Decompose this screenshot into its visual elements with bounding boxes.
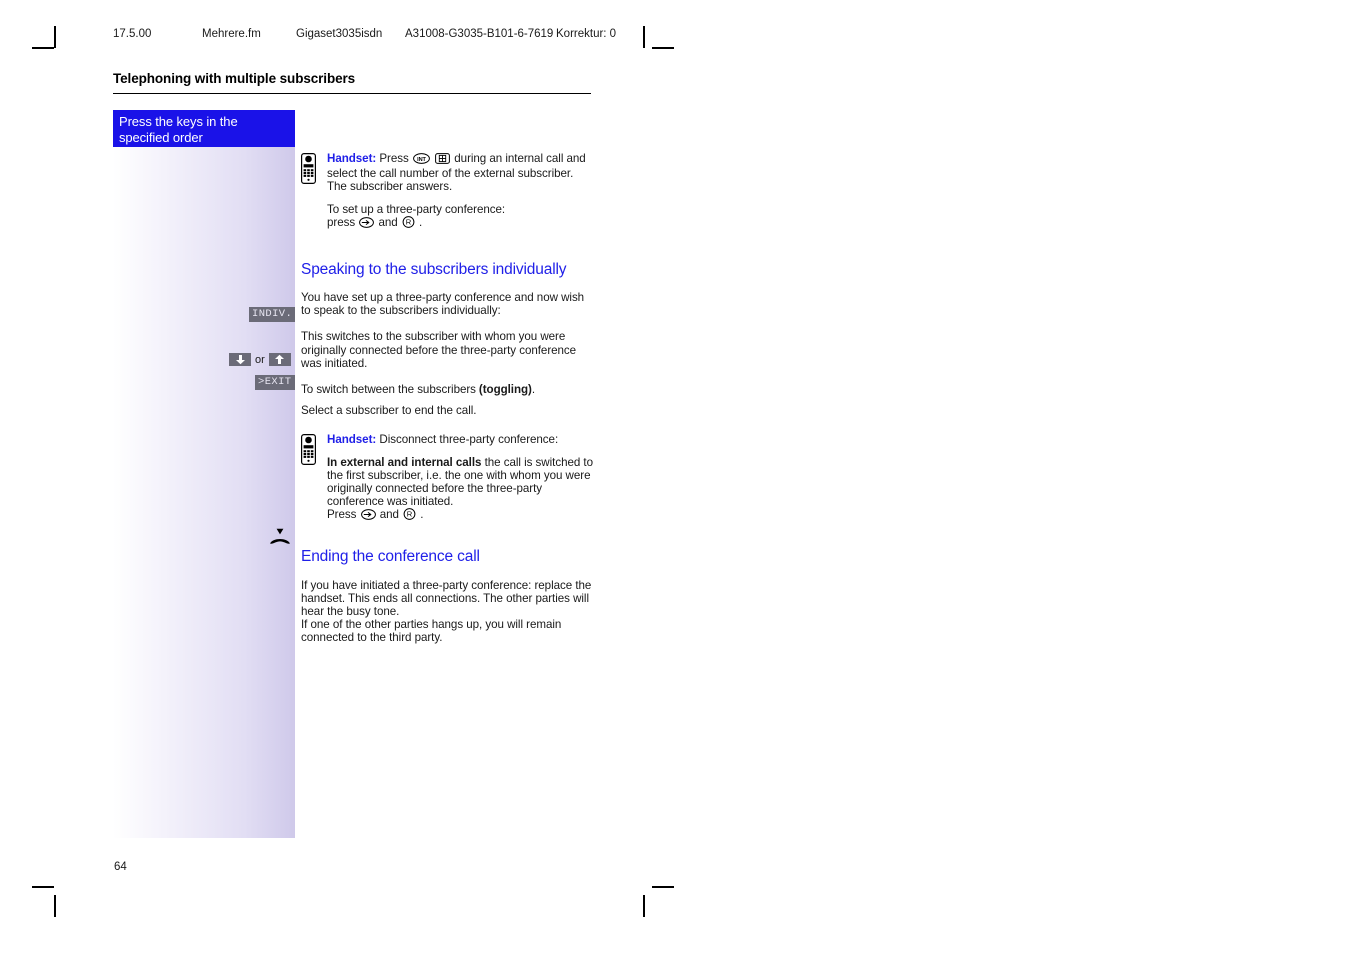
section-2-paragraph-2: If one of the other parties hangs up, yo… [301, 618, 562, 645]
svg-text:R: R [406, 217, 412, 226]
margin-column [113, 110, 295, 838]
crop-mark-top-left-vertical [54, 26, 56, 48]
crop-mark-bottom-left-vertical [54, 895, 56, 917]
press-keys-callout-line1: Press the keys in the [119, 114, 238, 129]
instruction-1-press-line: press and R . [327, 216, 593, 231]
svg-text:INT: INT [417, 157, 426, 163]
print-header-date: 17.5.00 [113, 28, 152, 40]
handset-label-1: Handset: [327, 152, 377, 165]
hangup-handset-icon [268, 528, 292, 546]
section-1-paragraph-1: You have set up a three-party conference… [301, 291, 585, 318]
toggling-text-after: . [531, 383, 536, 397]
softkey-or-label: or [255, 353, 265, 366]
instruction-2-press-line: Press and R . [327, 508, 593, 523]
transfer-arrow-icon[interactable] [359, 216, 375, 231]
instruction-2-press-label: Press [327, 508, 357, 522]
section-title-ending-conference: Ending the conference call [301, 547, 480, 565]
instruction-2-body: In external and internal calls the call … [327, 456, 593, 509]
instruction-1-period: . [419, 215, 423, 229]
content-column: Handset: Press INT during an internal ca… [301, 110, 593, 645]
print-header: 17.5.00 Mehrere.fm Gigaset3035isdn A3100… [113, 28, 653, 44]
crop-mark-bottom-right-vertical [643, 895, 645, 917]
section-1-paragraph-2: This switches to the subscriber with who… [301, 330, 577, 370]
handset-label-2: Handset: [327, 433, 377, 447]
key-keypad-icon[interactable] [435, 153, 451, 167]
instruction-block-handset-1: Handset: Press INT during an internal ca… [301, 152, 593, 231]
softkey-arrow-row: or [229, 353, 291, 366]
print-header-doc-number: A31008-G3035-B101-6-7619 [405, 28, 554, 40]
page-number: 64 [114, 861, 127, 873]
running-head: Telephoning with multiple subscribers [113, 71, 356, 86]
toggling-text-before: To switch between the subscribers [301, 383, 476, 397]
running-head-rule [113, 93, 591, 95]
instruction-1-conference-line: To set up a three-party conference: [327, 202, 506, 216]
section-1-paragraph-3: To switch between the subscribers (toggli… [301, 383, 593, 396]
crop-mark-top-right-horizontal [652, 47, 674, 49]
arrow-up-icon[interactable] [268, 353, 291, 366]
softkey-indiv[interactable]: INDIV. [249, 307, 296, 322]
instruction-2-bold-lead: In external and internal calls [327, 455, 482, 469]
svg-text:R: R [407, 510, 413, 519]
crop-mark-top-left-horizontal [32, 47, 54, 49]
section-1-paragraph-4: Select a subscriber to end the call. [301, 404, 477, 418]
key-int-icon[interactable]: INT [413, 153, 430, 167]
cordless-handset-icon [301, 153, 317, 184]
key-r-icon[interactable]: R [402, 215, 415, 231]
key-r-icon[interactable]: R [403, 508, 416, 523]
instruction-1-press-word: Press [379, 152, 409, 165]
crop-mark-bottom-right-horizontal [652, 886, 674, 888]
section-title-speaking-individually: Speaking to the subscribers individually [301, 261, 567, 279]
press-keys-callout-line2: specified order [119, 129, 203, 145]
print-header-filename: Mehrere.fm [202, 28, 261, 40]
instruction-2-disconnect-text: Disconnect three-party conference: [379, 433, 559, 447]
toggling-bold: (toggling) [478, 383, 532, 397]
instruction-2-heading-line: Handset: Disconnect three-party conferen… [327, 433, 593, 446]
instruction-1-press-label: press [327, 215, 356, 229]
instruction-1-text: Handset: Press INT during an internal ca… [327, 152, 593, 194]
instruction-block-handset-2: Handset: Disconnect three-party conferen… [301, 433, 593, 523]
instruction-2-period: . [420, 508, 424, 522]
print-header-correction: Korrektur: 0 [556, 28, 617, 40]
instruction-1-and-label: and [378, 215, 398, 229]
transfer-arrow-icon[interactable] [360, 509, 376, 523]
softkey-exit[interactable]: >EXIT [255, 375, 295, 390]
arrow-down-icon[interactable] [229, 353, 251, 366]
crop-mark-bottom-left-horizontal [32, 886, 54, 888]
cordless-handset-icon [301, 434, 317, 466]
instruction-2-and-label: and [379, 508, 399, 522]
press-keys-callout: Press the keys in the specified order [113, 110, 295, 147]
section-2-paragraph-1: If you have initiated a three-party conf… [301, 578, 592, 619]
print-header-product: Gigaset3035isdn [296, 28, 383, 40]
